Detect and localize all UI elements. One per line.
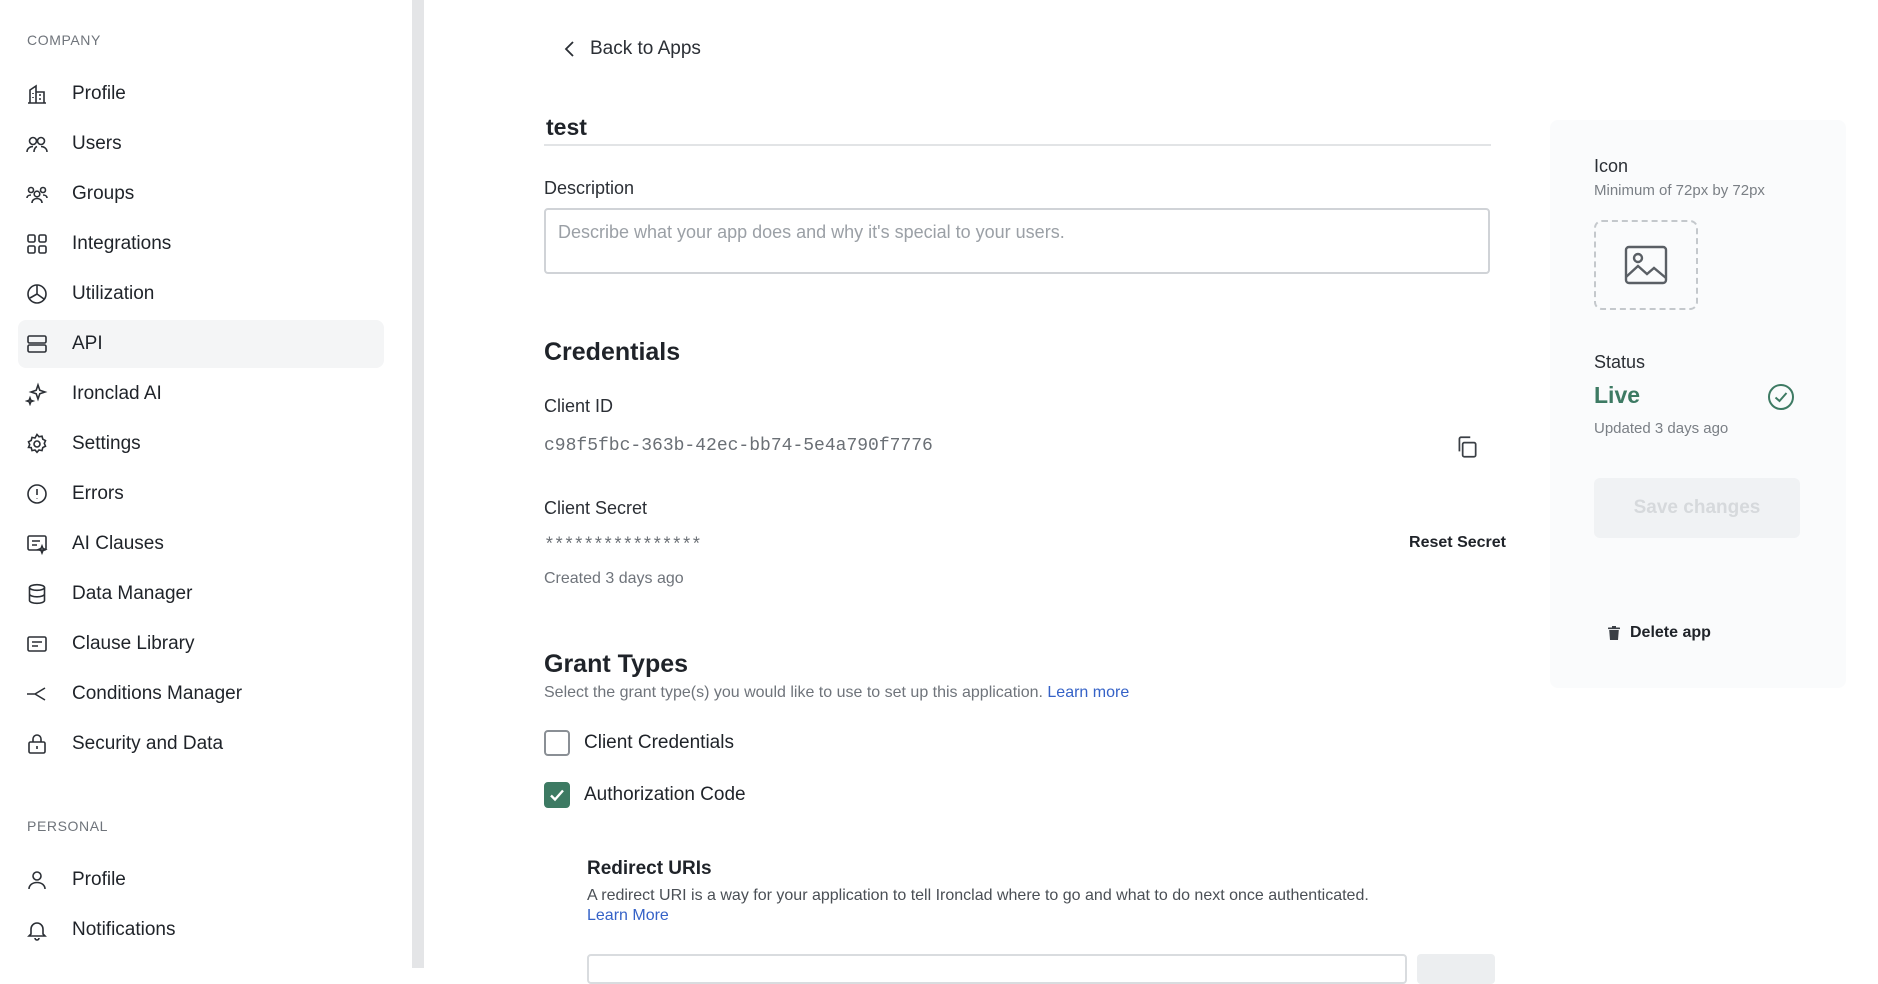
sidebar-item-settings[interactable]: Settings [18,420,384,468]
image-icon [1624,245,1668,285]
sidebar-item-clause-library[interactable]: Clause Library [18,620,384,668]
status-updated-text: Updated 3 days ago [1594,420,1729,437]
sidebar-item-label: Data Manager [72,583,193,604]
client-id-value: c98f5fbc-363b-42ec-bb74-5e4a790f7776 [544,436,933,456]
grant-types-heading: Grant Types [544,650,689,678]
authorization-code-checkbox[interactable] [544,782,570,808]
client-secret-value: **************** [544,536,702,556]
redirect-learn-more-link[interactable]: Learn More [587,907,669,924]
lock-icon [24,731,50,757]
gear-icon [24,431,50,457]
back-to-apps-label: Back to Apps [590,38,701,59]
company-section-label: COMPANY [27,32,101,48]
status-value: Live [1594,382,1641,408]
credentials-heading: Credentials [544,338,681,366]
sidebar-item-groups[interactable]: Groups [18,170,384,218]
sidebar-item-company-profile[interactable]: Profile [18,70,384,118]
save-changes-button[interactable]: Save changes [1594,478,1800,538]
sidebar-item-label: Settings [72,433,141,454]
icon-upload-dropzone[interactable] [1594,220,1698,310]
sidebar-item-label: Integrations [72,233,172,254]
chart-circle-icon [24,281,50,307]
clause-card-icon [24,631,50,657]
bell-icon [24,917,50,943]
sidebar-item-label: Profile [72,869,126,890]
trash-icon [1608,626,1620,640]
sidebar-item-label: Security and Data [72,733,224,754]
sidebar-item-personal-profile[interactable]: Profile [18,856,384,904]
sidebar-item-notifications[interactable]: Notifications [18,906,384,954]
status-label: Status [1594,352,1646,372]
sidebar-item-ironclad-ai[interactable]: Ironclad AI [18,370,384,418]
redirect-desc-text: A redirect URI is a way for your applica… [587,887,1369,904]
sidebar-item-ai-clauses[interactable]: AI Clauses [18,520,384,568]
groups-icon [24,181,50,207]
reset-secret-button[interactable]: Reset Secret [1376,534,1506,552]
client-secret-label: Client Secret [544,498,648,518]
checkmark-icon [550,789,564,802]
app-side-panel: Icon Minimum of 72px by 72px Status Live… [1550,120,1846,688]
redirect-uri-input[interactable] [587,954,1407,984]
sidebar-item-api[interactable]: API [18,320,384,368]
server-icon [24,331,50,357]
authorization-code-option[interactable]: Authorization Code [544,782,746,808]
grant-types-learn-more-link[interactable]: Learn more [1047,684,1129,701]
sidebar-item-label: Ironclad AI [72,383,162,404]
database-icon [24,581,50,607]
redirect-uri-add-button[interactable] [1417,954,1495,984]
redirect-uris-description: A redirect URI is a way for your applica… [587,886,1487,926]
app-name-input[interactable] [544,110,1491,146]
grid-icon [24,231,50,257]
chevron-left-icon [564,41,574,57]
sidebar-item-utilization[interactable]: Utilization [18,270,384,318]
sidebar-item-label: Groups [72,183,135,204]
icon-size-hint: Minimum of 72px by 72px [1594,182,1765,199]
client-credentials-label: Client Credentials [584,732,734,753]
sidebar-item-errors[interactable]: Errors [18,470,384,518]
sidebar-item-label: Profile [72,83,126,104]
sidebar-item-data-manager[interactable]: Data Manager [18,570,384,618]
back-to-apps-link[interactable]: Back to Apps [562,38,701,60]
copy-icon[interactable] [1454,434,1480,460]
sparkle-icon [24,381,50,407]
redirect-uris-heading: Redirect URIs [587,858,712,879]
ai-clause-icon [24,531,50,557]
sidebar-item-security-and-data[interactable]: Security and Data [18,720,384,768]
sidebar-item-label: Errors [72,483,124,504]
delete-app-button[interactable]: Delete app [1608,624,1711,642]
sidebar-item-label: Users [72,133,122,154]
branch-icon [24,681,50,707]
user-icon [24,867,50,893]
sidebar-item-label: Utilization [72,283,155,304]
client-credentials-option[interactable]: Client Credentials [544,730,734,756]
personal-section-label: PERSONAL [27,818,109,834]
icon-label: Icon [1594,156,1629,176]
delete-app-label: Delete app [1630,624,1711,641]
sidebar-item-label: AI Clauses [72,533,164,554]
sidebar-item-label: Conditions Manager [72,683,243,704]
grant-types-description: Select the grant type(s) you would like … [544,684,1129,702]
sidebar-item-label: API [72,333,103,354]
sidebar-item-integrations[interactable]: Integrations [18,220,384,268]
alert-circle-icon [24,481,50,507]
settings-sidebar: COMPANY Profile Users Groups Integration… [0,0,412,968]
authorization-code-label: Authorization Code [584,784,746,805]
grant-types-desc-text: Select the grant type(s) you would like … [544,684,1043,701]
client-credentials-checkbox[interactable] [544,730,570,756]
secret-created-text: Created 3 days ago [544,570,684,587]
sidebar-item-label: Clause Library [72,633,195,654]
client-id-label: Client ID [544,396,614,416]
sidebar-item-users[interactable]: Users [18,120,384,168]
sidebar-item-label: Notifications [72,919,176,940]
sidebar-divider [412,0,424,968]
sidebar-item-conditions-manager[interactable]: Conditions Manager [18,670,384,718]
description-textarea[interactable] [544,208,1490,274]
building-icon [24,81,50,107]
description-label: Description [544,178,635,198]
check-circle-icon [1768,384,1794,410]
users-icon [24,131,50,157]
